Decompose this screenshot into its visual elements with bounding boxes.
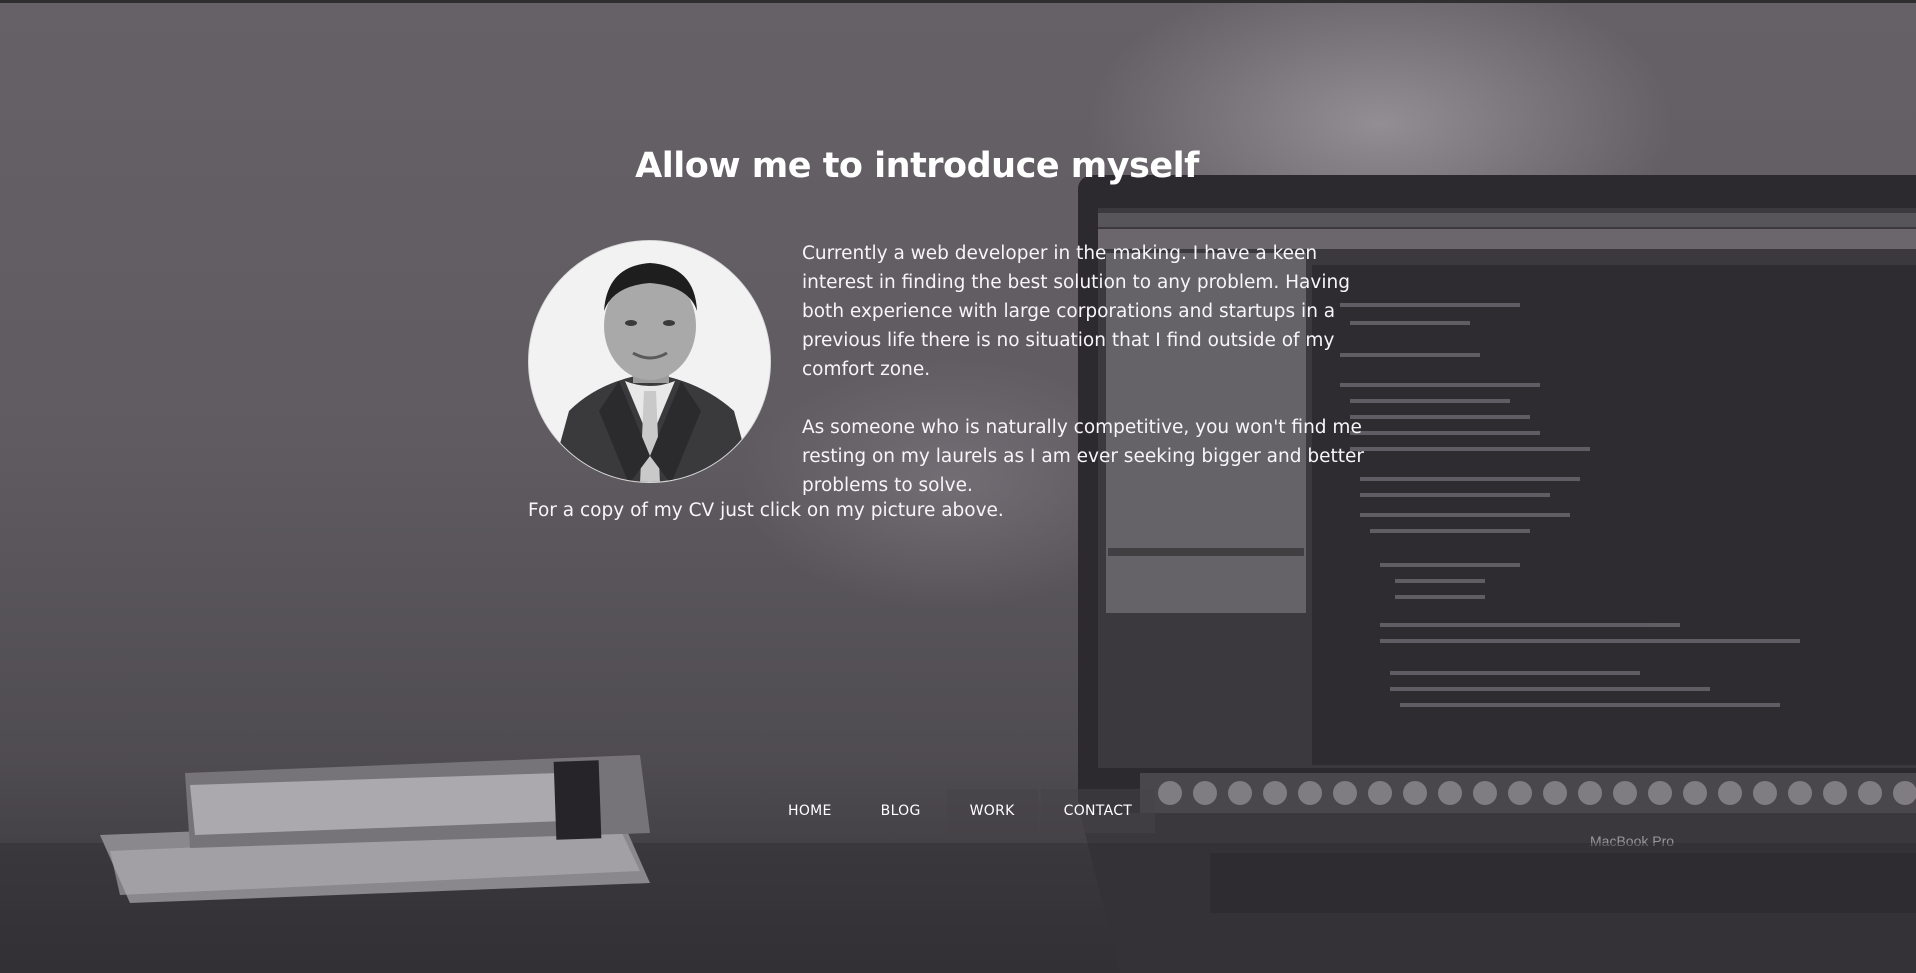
page-title-text: Allow me to introduce myself bbox=[635, 146, 1199, 186]
bio-paragraph: As someone who is naturally competitive,… bbox=[802, 417, 1364, 496]
nav-contact[interactable]: CONTACT bbox=[1040, 789, 1156, 833]
portrait-image bbox=[529, 241, 770, 482]
nav-work[interactable]: WORK bbox=[946, 789, 1038, 833]
main-nav: HOME BLOG WORK CONTACT bbox=[765, 789, 1158, 833]
nav-blog[interactable]: BLOG bbox=[858, 789, 944, 833]
page-title: Allow me to introduce myself bbox=[0, 146, 1916, 186]
bio-paragraph: Currently a web developer in the making.… bbox=[802, 243, 1350, 380]
bio-text: Currently a web developer in the making.… bbox=[802, 239, 1392, 529]
cv-note: For a copy of my CV just click on my pic… bbox=[528, 500, 1004, 521]
nav-home[interactable]: HOME bbox=[765, 789, 855, 833]
profile-photo-cv-link[interactable] bbox=[528, 240, 771, 483]
